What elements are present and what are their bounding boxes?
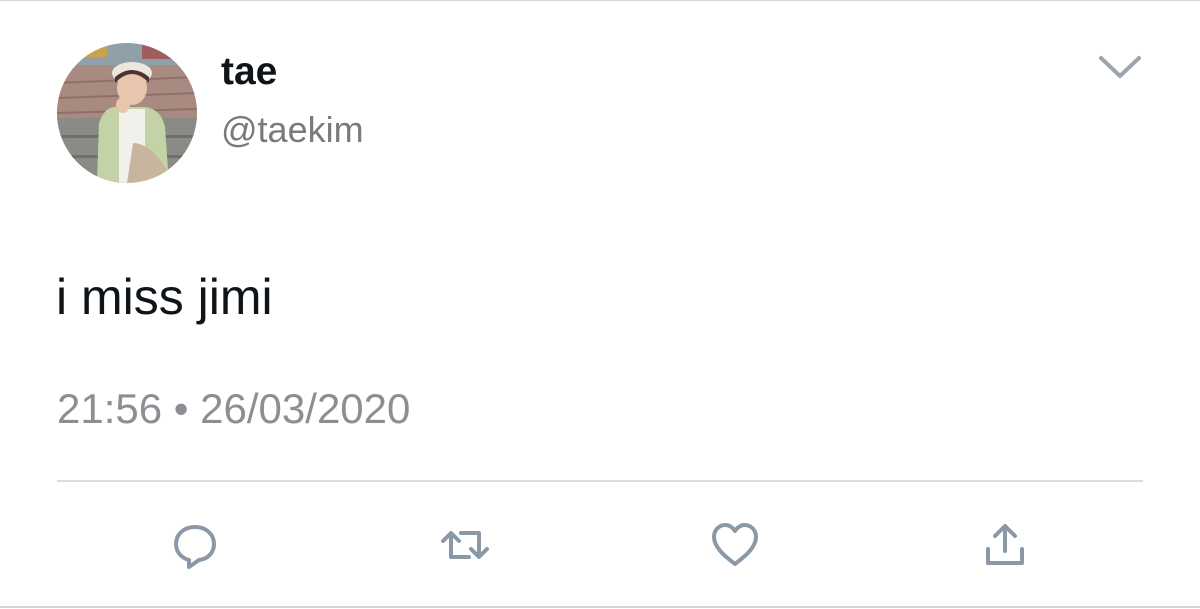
action-divider <box>57 480 1143 482</box>
tweet-date: 26/03/2020 <box>200 385 411 432</box>
display-name[interactable]: tae <box>221 52 277 91</box>
top-border <box>0 0 1200 1</box>
bottom-border <box>0 606 1200 608</box>
share-button[interactable] <box>975 515 1035 575</box>
heart-icon <box>712 523 758 566</box>
tweet-time: 21:56 <box>57 385 163 432</box>
reply-icon <box>174 525 216 569</box>
avatar-photo <box>57 43 197 183</box>
user-handle[interactable]: @taekim <box>221 112 364 148</box>
retweet-button[interactable] <box>435 515 495 575</box>
separator-dot: • <box>173 385 189 432</box>
avatar[interactable] <box>57 43 197 183</box>
tweet-timestamp: 21:56 • 26/03/2020 <box>57 388 410 430</box>
like-button[interactable] <box>705 515 765 575</box>
share-icon <box>986 524 1024 565</box>
tweet-text: i miss jimi <box>56 269 273 325</box>
chevron-down-icon[interactable] <box>1096 52 1144 82</box>
retweet-icon <box>441 531 489 559</box>
reply-button[interactable] <box>165 515 225 575</box>
